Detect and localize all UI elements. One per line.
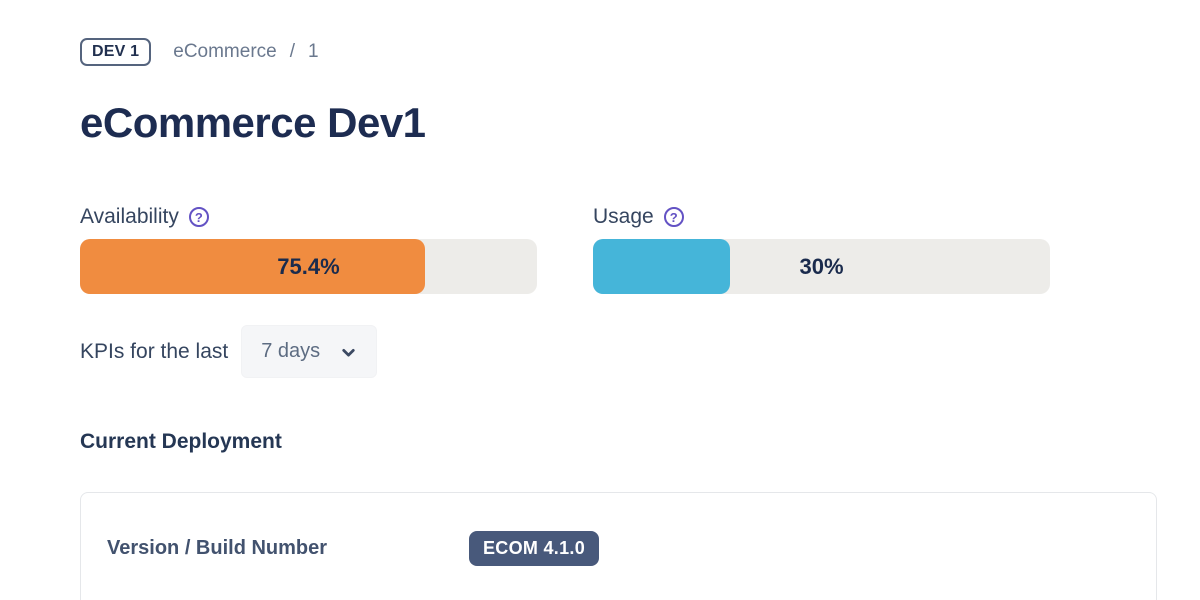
section-title-current-deployment: Current Deployment xyxy=(80,430,1157,454)
breadcrumb-separator: / xyxy=(290,41,295,63)
availability-label-row: Availability ? xyxy=(80,205,537,229)
usage-label: Usage xyxy=(593,205,654,229)
kpi-usage: Usage ? 30% xyxy=(593,205,1050,294)
environment-details-page: DEV 1 eCommerce / 1 eCommerce Dev1 Avail… xyxy=(0,0,1200,600)
page-header: DEV 1 eCommerce / 1 eCommerce Dev1 xyxy=(80,38,1157,148)
chevron-down-icon xyxy=(340,344,357,361)
kpi-section: Availability ? 75.4% Usage ? 30% xyxy=(80,205,1157,294)
kpi-period-label: KPIs for the last xyxy=(80,340,228,364)
deployment-field-row: Version / Build Number ECOM 4.1.0 xyxy=(107,531,1130,566)
kpi-period-row: KPIs for the last 7 days xyxy=(80,325,1157,378)
kpi-availability: Availability ? 75.4% xyxy=(80,205,537,294)
kpi-period-dropdown[interactable]: 7 days xyxy=(241,325,377,378)
usage-progress-bar: 30% xyxy=(593,239,1050,294)
breadcrumb-environment[interactable]: 1 xyxy=(308,41,319,63)
breadcrumb: DEV 1 eCommerce / 1 xyxy=(80,38,1157,66)
breadcrumb-trail: eCommerce / 1 xyxy=(173,41,318,63)
availability-value: 75.4% xyxy=(80,239,537,294)
current-deployment-card: Version / Build Number ECOM 4.1.0 xyxy=(80,492,1157,600)
breadcrumb-application[interactable]: eCommerce xyxy=(173,41,276,63)
kpi-period-value: 7 days xyxy=(261,340,320,363)
availability-label: Availability xyxy=(80,205,179,229)
help-icon[interactable]: ? xyxy=(189,207,209,227)
version-field-label: Version / Build Number xyxy=(107,537,469,560)
help-icon[interactable]: ? xyxy=(664,207,684,227)
usage-value: 30% xyxy=(593,239,1050,294)
version-badge[interactable]: ECOM 4.1.0 xyxy=(469,531,599,566)
usage-label-row: Usage ? xyxy=(593,205,1050,229)
environment-category-badge: DEV 1 xyxy=(80,38,151,66)
page-title: eCommerce Dev1 xyxy=(80,98,1157,148)
availability-progress-bar: 75.4% xyxy=(80,239,537,294)
